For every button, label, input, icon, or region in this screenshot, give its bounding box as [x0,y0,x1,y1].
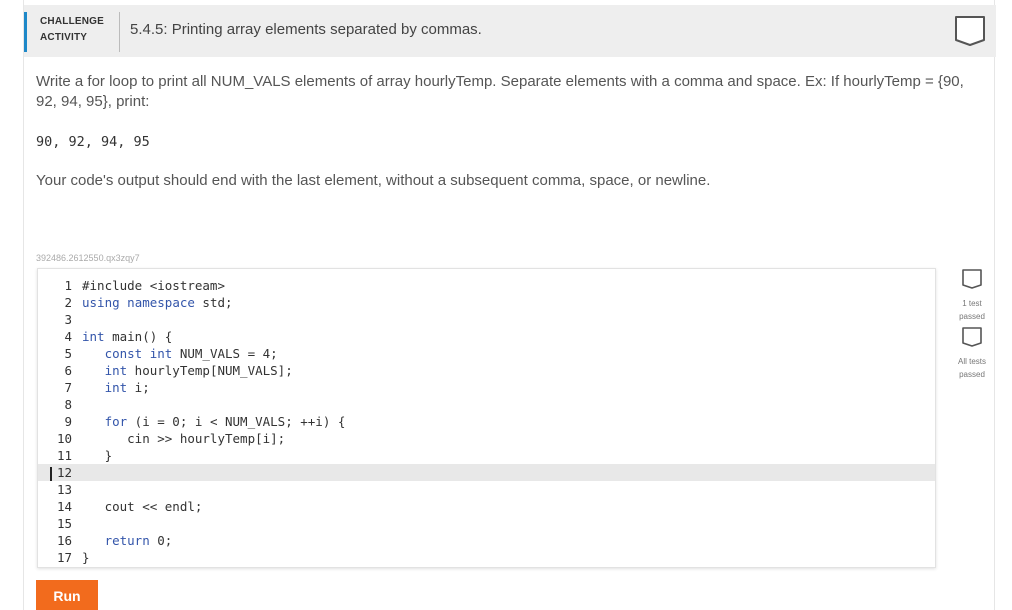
test-label-line-2: passed [959,312,985,321]
test-box-icon [962,327,982,347]
line-number: 5 [64,346,72,361]
code-line[interactable]: 15 [38,515,935,532]
test-label-line-2: passed [959,370,985,379]
line-number: 17 [56,550,72,565]
code-line[interactable]: 9 for (i = 0; i < NUM_VALS; ++i) { [38,413,935,430]
line-number: 3 [64,312,72,327]
code-text[interactable]: #include <iostream> [82,277,225,294]
code-line[interactable]: 17} [38,549,935,566]
code-text[interactable]: using namespace std; [82,294,233,311]
header-divider [119,12,120,52]
code-text[interactable]: return 0; [82,532,173,549]
test-status-label: 1 test passed [954,297,990,323]
line-number: 8 [64,397,72,412]
code-text[interactable]: } [82,549,90,566]
line-number: 14 [56,499,72,514]
code-text[interactable]: int hourlyTemp[NUM_VALS]; [82,362,293,379]
test-status-2: All tests passed [954,326,990,384]
code-line[interactable]: 12 [38,464,935,481]
line-number: 6 [64,363,72,378]
code-text[interactable]: } [82,447,113,464]
activity-title: 5.4.5: Printing array elements separated… [130,21,482,38]
code-line[interactable]: 10 cin >> hourlyTemp[i]; [38,430,935,447]
code-line[interactable]: 6 int hourlyTemp[NUM_VALS]; [38,362,935,379]
run-button[interactable]: Run [36,580,98,610]
code-text[interactable]: int main() { [82,328,172,345]
line-number: 4 [64,329,72,344]
test-label-line-1: 1 test [962,299,982,308]
example-output: 90, 92, 94, 95 [36,134,150,150]
line-number: 9 [64,414,72,429]
line-number: 16 [56,533,72,548]
activity-header: CHALLENGE ACTIVITY 5.4.5: Printing array… [24,5,996,57]
test-label-line-1: All tests [957,357,986,366]
code-line[interactable]: 16 return 0; [38,532,935,549]
text-cursor [50,466,52,481]
test-box-icon [962,269,982,289]
line-number: 10 [56,431,72,446]
label-line-2: ACTIVITY [40,32,88,43]
test-status-panel: 1 test passed All tests passed [954,268,990,384]
code-text[interactable]: cin >> hourlyTemp[i]; [82,430,285,447]
code-line[interactable]: 7 int i; [38,379,935,396]
header-accent-bar [24,12,27,52]
code-text[interactable]: cout << endl; [82,498,203,515]
code-line[interactable]: 8 [38,396,935,413]
completion-status-icon [954,15,986,52]
code-line[interactable]: 5 const int NUM_VALS = 4; [38,345,935,362]
line-number: 13 [56,482,72,497]
challenge-card: CHALLENGE ACTIVITY 5.4.5: Printing array… [23,0,996,610]
code-text[interactable]: int i; [82,379,150,396]
line-number: 2 [64,295,72,310]
code-line[interactable]: 1 #include <iostream> [38,277,935,294]
code-line[interactable]: 13 [38,481,935,498]
code-text[interactable]: for (i = 0; i < NUM_VALS; ++i) { [82,413,346,430]
challenge-activity-label: CHALLENGE ACTIVITY [40,14,104,46]
line-number: 7 [64,380,72,395]
code-line[interactable]: 3 [38,311,935,328]
code-text[interactable]: const int NUM_VALS = 4; [82,345,278,362]
challenge-id: 392486.2612550.qx3zqy7 [36,253,140,263]
code-line[interactable]: 11 } [38,447,935,464]
line-number: 1 [64,278,72,293]
code-line[interactable]: 4 int main() { [38,328,935,345]
line-number: 11 [56,448,72,463]
code-editor[interactable]: 1 #include <iostream> 2 using namespace std… [37,268,936,568]
code-line[interactable]: 2 using namespace std; [38,294,935,311]
prompt-text: Write a for loop to print all NUM_VALS e… [36,73,964,110]
line-number: 12 [56,465,72,480]
test-status-label: All tests passed [954,355,990,381]
test-status-1: 1 test passed [954,268,990,326]
output-note: Your code's output should end with the l… [36,172,711,189]
line-number: 15 [56,516,72,531]
label-line-1: CHALLENGE [40,16,105,27]
code-line[interactable]: 14 cout << endl; [38,498,935,515]
